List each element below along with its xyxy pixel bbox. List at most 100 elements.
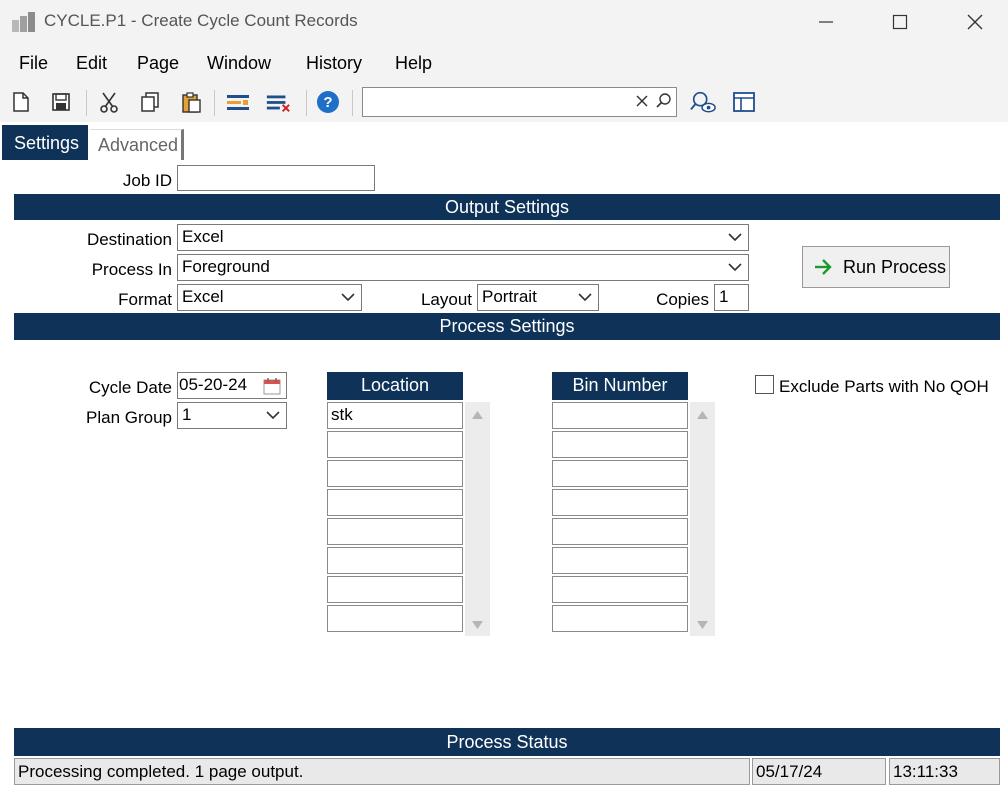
- clear-icon[interactable]: [635, 94, 649, 113]
- location-cell[interactable]: stk: [327, 402, 463, 429]
- insert-row-button[interactable]: [225, 89, 251, 115]
- bin-cell[interactable]: [552, 547, 688, 574]
- destination-value: Excel: [182, 227, 224, 246]
- chevron-down-icon: [266, 411, 280, 420]
- format-label: Format: [118, 290, 172, 309]
- output-settings-header: Output Settings: [14, 194, 1000, 220]
- paste-button[interactable]: [178, 89, 204, 115]
- copies-label: Copies: [656, 290, 709, 309]
- job-id-field[interactable]: [177, 165, 375, 191]
- panel-layout-icon: [733, 92, 755, 112]
- process-settings-header: Process Settings: [14, 313, 1000, 340]
- cycle-date-field[interactable]: 05-20-24: [177, 372, 287, 399]
- job-id-label: Job ID: [122, 171, 172, 190]
- scissors-icon: [100, 92, 118, 113]
- scroll-up-icon[interactable]: [696, 410, 709, 420]
- bin-cell[interactable]: [552, 460, 688, 487]
- window-title: CYCLE.P1 - Create Cycle Count Records: [44, 11, 358, 30]
- bin-number-grid: [552, 402, 688, 632]
- scroll-down-icon[interactable]: [696, 620, 709, 630]
- app-icon: [12, 11, 38, 33]
- chevron-down-icon: [341, 293, 355, 302]
- status-message: Processing completed. 1 page output.: [14, 758, 750, 785]
- svg-text:?: ?: [323, 94, 332, 111]
- find-view-button[interactable]: [690, 89, 716, 115]
- layout-select[interactable]: Portrait: [477, 284, 599, 311]
- menu-page[interactable]: Page: [137, 53, 179, 74]
- process-in-label: Process In: [91, 260, 172, 279]
- bin-number-header: Bin Number: [552, 372, 688, 400]
- location-grid: stk: [327, 402, 463, 632]
- bin-cell[interactable]: [552, 518, 688, 545]
- layout-button[interactable]: [731, 89, 757, 115]
- tab-settings[interactable]: Settings: [2, 125, 88, 160]
- format-select[interactable]: Excel: [177, 284, 362, 311]
- bin-cell[interactable]: [552, 402, 688, 429]
- location-cell[interactable]: [327, 489, 463, 516]
- process-in-value: Foreground: [182, 257, 270, 276]
- status-time: 13:11:33: [889, 758, 1000, 785]
- location-cell[interactable]: [327, 576, 463, 603]
- destination-select[interactable]: Excel: [177, 224, 749, 251]
- bin-cell[interactable]: [552, 489, 688, 516]
- menu-file[interactable]: File: [19, 53, 48, 74]
- process-status-header: Process Status: [14, 728, 1000, 756]
- toolbar-separator: [214, 90, 215, 116]
- layout-value: Portrait: [482, 287, 537, 306]
- search-input[interactable]: [362, 87, 677, 117]
- location-header: Location: [327, 372, 463, 400]
- help-icon: ?: [317, 91, 339, 113]
- scroll-down-icon[interactable]: [471, 620, 484, 630]
- chevron-down-icon: [728, 263, 742, 272]
- delete-row-icon: [266, 95, 290, 112]
- process-in-select[interactable]: Foreground: [177, 254, 749, 281]
- plan-group-label: Plan Group: [86, 408, 172, 427]
- new-document-button[interactable]: [8, 89, 34, 115]
- save-button[interactable]: [48, 89, 74, 115]
- copy-button[interactable]: [137, 89, 163, 115]
- location-cell[interactable]: [327, 431, 463, 458]
- chevron-down-icon: [728, 233, 742, 242]
- delete-row-button[interactable]: [265, 89, 291, 115]
- location-scrollbar[interactable]: [465, 402, 490, 636]
- bin-scrollbar[interactable]: [690, 402, 715, 636]
- calendar-icon[interactable]: [263, 377, 281, 398]
- minimize-button[interactable]: [803, 4, 849, 40]
- copies-field[interactable]: 1: [714, 284, 749, 311]
- menu-help[interactable]: Help: [395, 53, 432, 74]
- location-cell[interactable]: [327, 460, 463, 487]
- arrow-right-icon: [815, 259, 832, 275]
- cycle-date-label: Cycle Date: [88, 378, 172, 397]
- scroll-up-icon[interactable]: [471, 410, 484, 420]
- toolbar-separator: [86, 90, 87, 116]
- close-button[interactable]: [952, 4, 998, 40]
- insert-row-icon: [227, 95, 249, 110]
- cut-button[interactable]: [96, 89, 122, 115]
- minimize-icon: [819, 21, 833, 23]
- toolbar-separator: [352, 90, 353, 116]
- destination-label: Destination: [86, 230, 172, 249]
- maximize-button[interactable]: [877, 4, 923, 40]
- menu-window[interactable]: Window: [207, 53, 271, 74]
- plan-group-select[interactable]: 1: [177, 402, 287, 429]
- help-button[interactable]: ?: [315, 89, 341, 115]
- location-cell[interactable]: [327, 518, 463, 545]
- location-cell[interactable]: [327, 547, 463, 574]
- bin-cell[interactable]: [552, 605, 688, 632]
- maximize-icon: [892, 14, 908, 30]
- menu-edit[interactable]: Edit: [76, 53, 107, 74]
- bin-cell[interactable]: [552, 431, 688, 458]
- run-process-label: Run Process: [843, 256, 947, 277]
- menu-history[interactable]: History: [306, 53, 362, 74]
- run-process-button[interactable]: Run Process: [802, 246, 950, 288]
- search-icon[interactable]: [655, 92, 673, 115]
- exclude-no-qoh-checkbox[interactable]: [755, 375, 774, 394]
- toolbar-separator: [306, 90, 307, 116]
- format-value: Excel: [182, 287, 224, 306]
- exclude-no-qoh-label: Exclude Parts with No QOH: [779, 377, 989, 396]
- location-cell[interactable]: [327, 605, 463, 632]
- copy-icon: [141, 92, 159, 112]
- tab-advanced[interactable]: Advanced: [90, 129, 184, 160]
- bin-cell[interactable]: [552, 576, 688, 603]
- cycle-date-value: 05-20-24: [179, 375, 248, 394]
